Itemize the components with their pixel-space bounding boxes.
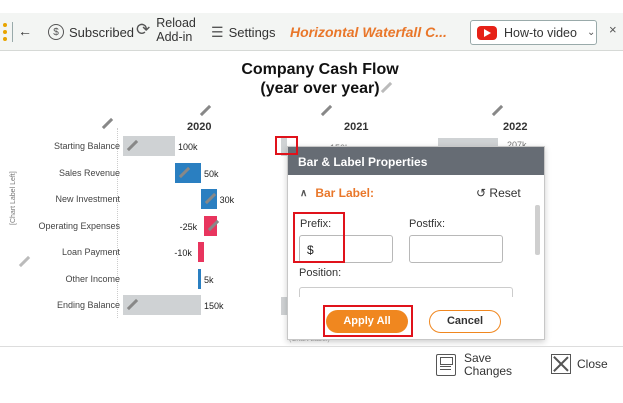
postfix-label: Postfix:: [409, 218, 446, 230]
category-label: Loan Payment: [61, 247, 120, 257]
app-root: { "toolbar": { "subscribed_label": "Subs…: [0, 0, 623, 403]
back-arrow-icon[interactable]: ←: [18, 23, 32, 39]
position-label: Position:: [299, 267, 342, 279]
value-label: -10k: [174, 248, 192, 258]
reset-icon: ↺: [476, 186, 487, 200]
edit-axis-title-icon[interactable]: [18, 256, 30, 268]
save-icon: [436, 354, 456, 376]
footer-divider: [0, 346, 623, 347]
value-label: 5k: [204, 274, 214, 285]
youtube-icon: [477, 25, 497, 40]
year-label-2020: 2020: [187, 121, 212, 133]
edit-bar-icon[interactable]: [207, 220, 219, 232]
reset-label: Reset: [489, 186, 521, 200]
close-button[interactable]: Close: [551, 354, 608, 374]
toolbar-divider: [12, 22, 13, 42]
bar-label-section-toggle[interactable]: ∧ Bar Label:: [300, 186, 374, 200]
reload-icon: ⟳: [136, 20, 151, 39]
reload-label-line2: Add-in: [156, 30, 193, 44]
chevron-up-icon: ∧: [300, 187, 308, 199]
bar-2020-loan-payment[interactable]: [198, 242, 204, 262]
chart-title[interactable]: Company Cash Flow (year over year): [200, 60, 440, 98]
save-label-line2: Changes: [464, 364, 513, 378]
highlight-apply-all: [323, 305, 413, 337]
reset-button[interactable]: ↺ Reset: [476, 186, 521, 200]
chevron-down-icon: ⌄: [586, 27, 596, 38]
highlight-edit-bar: [275, 136, 298, 155]
cancel-button[interactable]: Cancel: [429, 310, 501, 333]
value-label: -25k: [179, 221, 198, 232]
sliders-icon: ☰: [211, 24, 224, 40]
value-label: 50k: [204, 168, 219, 179]
settings-button[interactable]: ☰ Settings: [211, 24, 276, 41]
edit-2022-header-icon[interactable]: [491, 105, 503, 117]
edit-category-header-icon[interactable]: [101, 118, 113, 130]
value-label: 30k: [219, 195, 235, 205]
save-changes-button[interactable]: Save Changes: [436, 352, 512, 378]
toolbar: ← $ Subscribed ⟳ Reload Add-in ☰ Setting…: [0, 13, 623, 51]
category-label: Ending Balance: [56, 300, 120, 310]
close-icon: [551, 354, 571, 374]
close-label: Close: [577, 357, 608, 371]
edit-bar-icon[interactable]: [204, 193, 216, 205]
category-label: Starting Balance: [53, 141, 120, 151]
chart-title-line2: (year over year): [260, 80, 380, 97]
edit-title-icon[interactable]: [380, 82, 392, 94]
subscribed-button[interactable]: $ Subscribed: [48, 24, 134, 40]
howto-label: How-to video: [504, 25, 577, 40]
toolbar-close-icon[interactable]: ×: [609, 22, 617, 37]
dollar-icon: $: [48, 24, 64, 40]
postfix-input[interactable]: [409, 235, 503, 263]
dialog-title: Bar & Label Properties: [288, 147, 544, 175]
edit-2020-header-icon[interactable]: [199, 105, 211, 117]
bar-2022-starting[interactable]: [438, 138, 498, 146]
howto-video-dropdown[interactable]: How-to video ⌄: [470, 20, 597, 45]
category-label: Other Income: [65, 273, 120, 284]
subscribed-label: Subscribed: [69, 24, 135, 40]
value-label: 100k: [178, 142, 198, 152]
edit-2021-header-icon[interactable]: [320, 105, 332, 117]
chart-name: Horizontal Waterfall C...: [290, 24, 447, 40]
reload-addin-button[interactable]: ⟳ Reload Add-in: [136, 16, 196, 44]
reload-label-line1: Reload: [156, 16, 196, 30]
chart-axis-title: [Chart Label Left]: [10, 171, 17, 225]
menu-dots-icon[interactable]: [3, 23, 8, 41]
dialog-scrollbar[interactable]: [535, 205, 540, 255]
position-select[interactable]: [299, 287, 513, 297]
chart-title-line1: Company Cash Flow: [241, 61, 399, 78]
year-label-2021: 2021: [344, 121, 369, 133]
bar-label-section-title: Bar Label:: [315, 186, 375, 200]
edit-bar-icon[interactable]: [178, 167, 190, 179]
edit-bar-icon[interactable]: [126, 299, 138, 311]
bar-2020-other-income[interactable]: [198, 268, 201, 289]
year-label-2022: 2022: [503, 121, 528, 133]
value-label: 150k: [204, 301, 224, 311]
settings-label: Settings: [228, 25, 276, 40]
edit-bar-icon[interactable]: [126, 140, 138, 152]
category-label: Sales Revenue: [58, 167, 120, 178]
category-label: Operating Expenses: [38, 220, 120, 231]
highlight-prefix: [293, 212, 345, 263]
category-label: New Investment: [55, 194, 120, 204]
